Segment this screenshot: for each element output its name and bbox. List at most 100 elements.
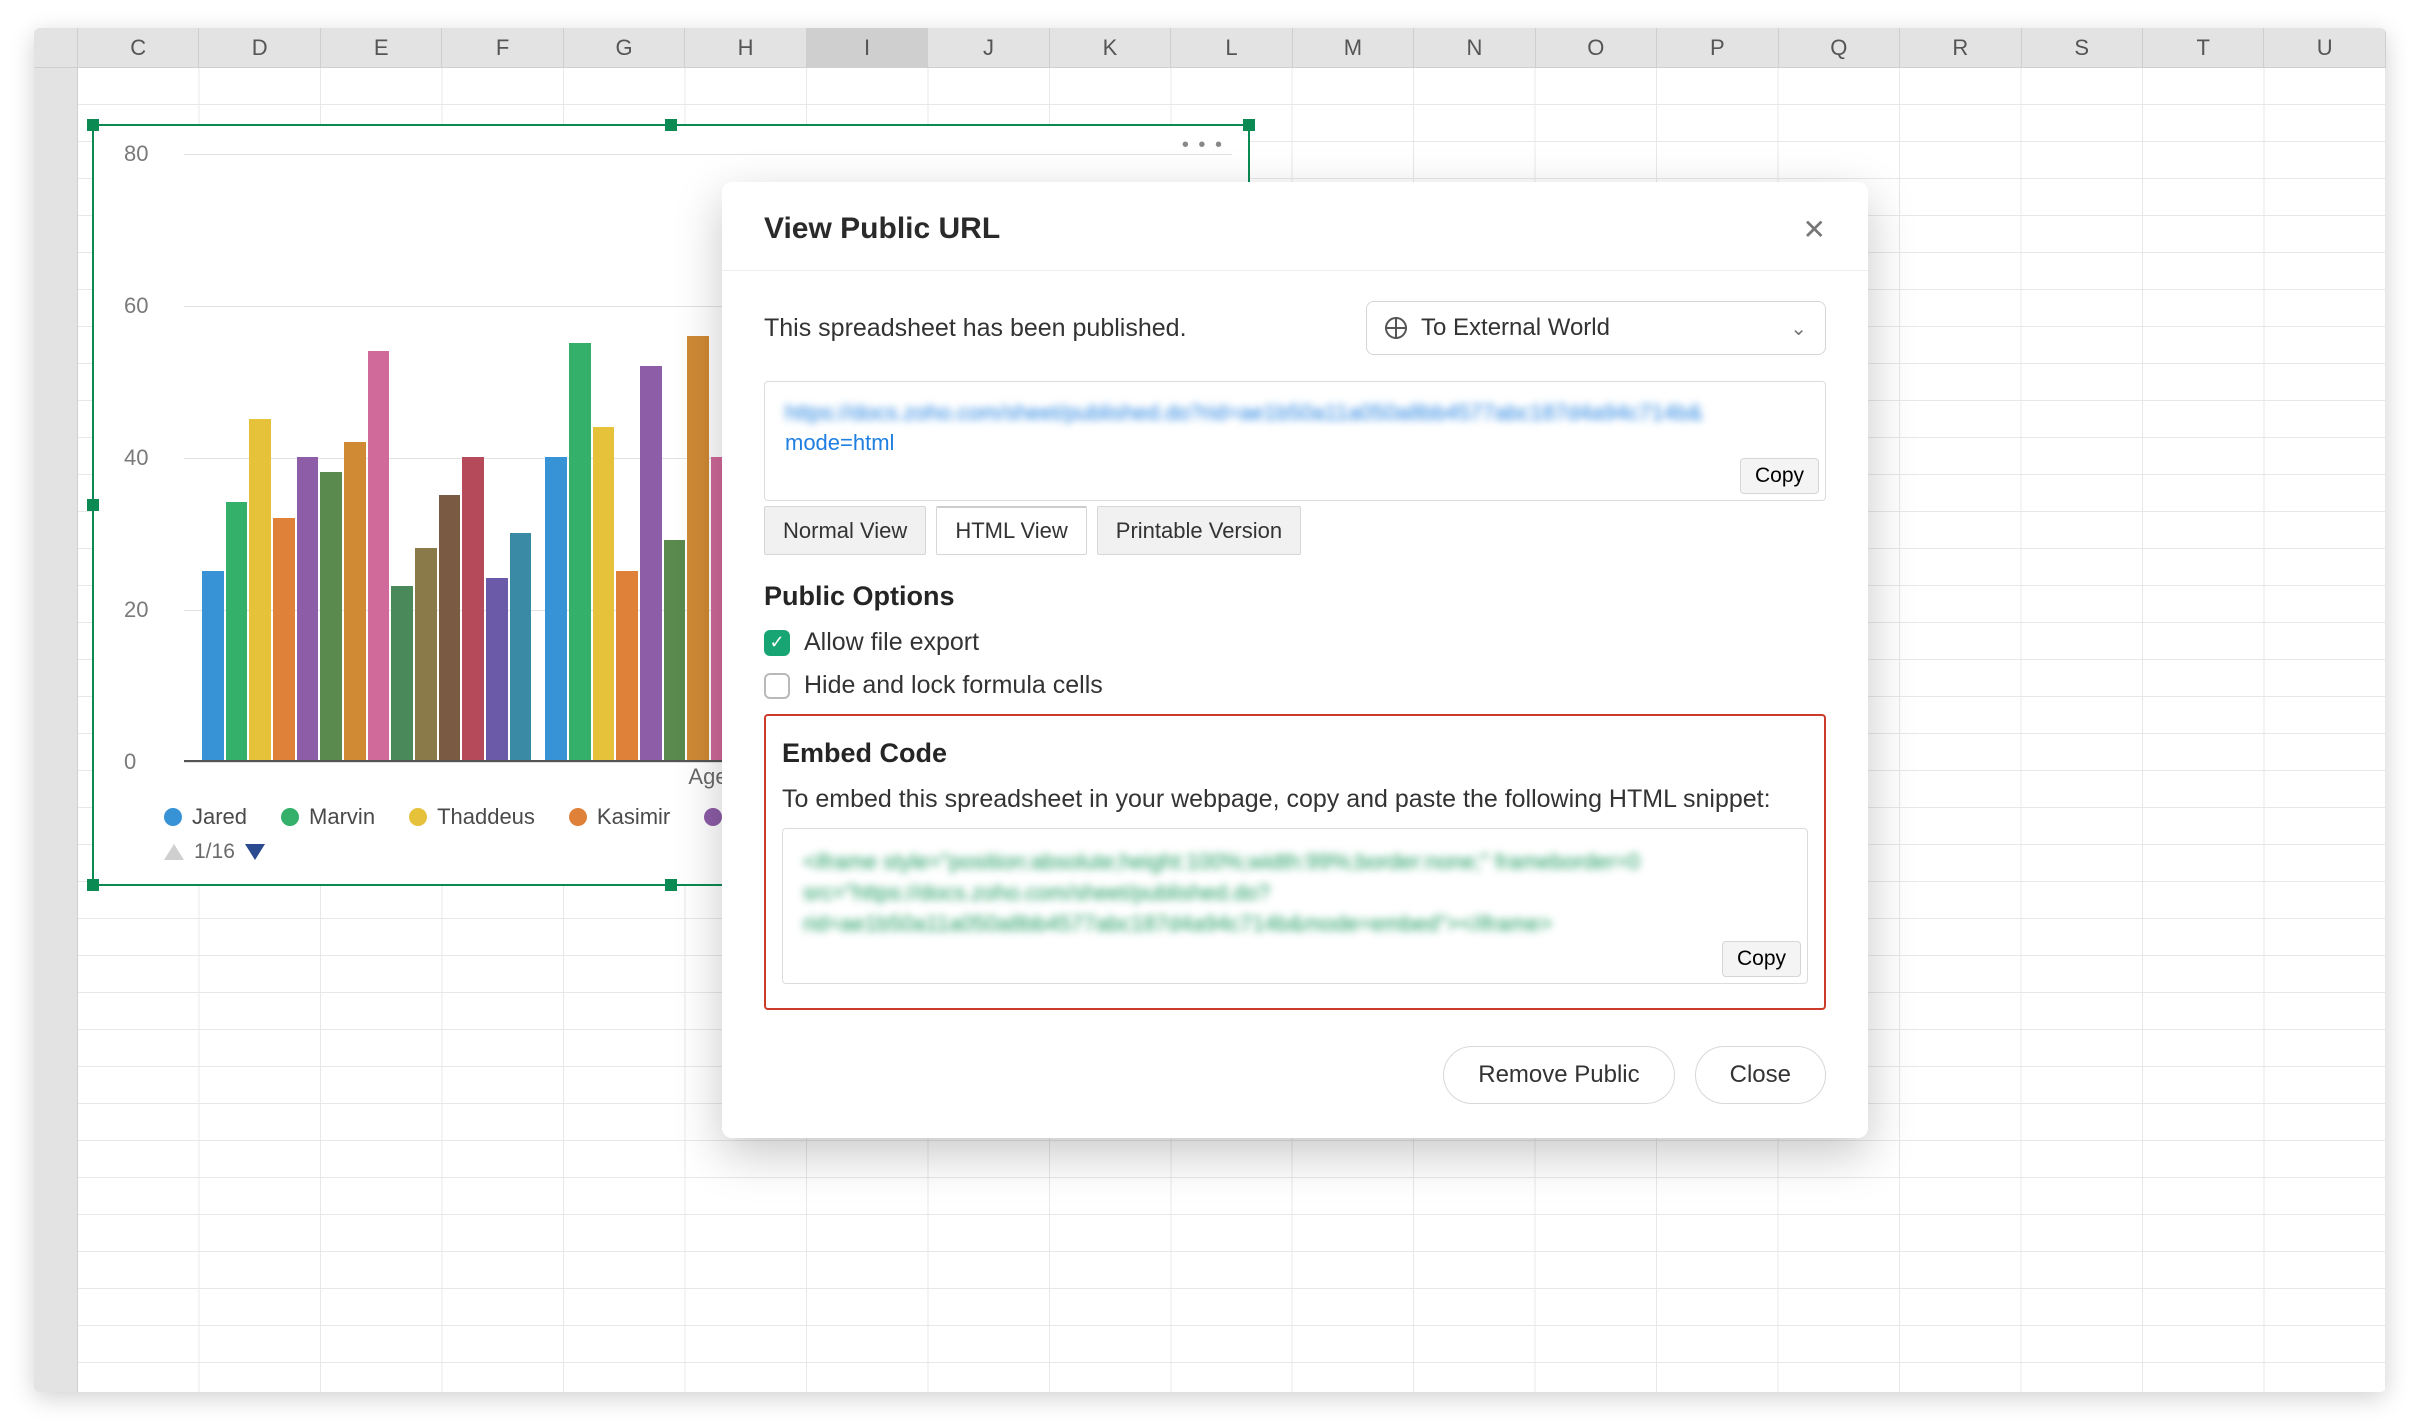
legend-item[interactable]: Kasimir bbox=[569, 804, 670, 830]
column-header-Q[interactable]: Q bbox=[1779, 28, 1900, 67]
remove-public-button[interactable]: Remove Public bbox=[1443, 1046, 1674, 1104]
resize-handle[interactable] bbox=[87, 119, 99, 131]
select-all-corner[interactable] bbox=[34, 28, 78, 67]
chart-bar bbox=[249, 419, 271, 760]
legend-swatch-icon bbox=[569, 808, 587, 826]
resize-handle[interactable] bbox=[665, 119, 677, 131]
public-url-mode[interactable]: mode=html bbox=[785, 430, 894, 455]
resize-handle[interactable] bbox=[87, 879, 99, 891]
embed-code-box: <iframe style="position:absolute;height:… bbox=[782, 828, 1808, 984]
globe-icon bbox=[1385, 317, 1407, 339]
chart-bar bbox=[344, 442, 366, 760]
chart-bar bbox=[439, 495, 461, 760]
public-url-blurred[interactable]: https://docs.zoho.com/sheet/published.do… bbox=[785, 400, 1805, 426]
tab-printable-version[interactable]: Printable Version bbox=[1097, 506, 1301, 555]
row-number-gutter[interactable] bbox=[34, 68, 78, 1392]
chart-bar bbox=[415, 548, 437, 760]
chart-bar bbox=[297, 457, 319, 760]
column-header-I[interactable]: I bbox=[807, 28, 928, 67]
chart-bar bbox=[545, 457, 567, 760]
publish-status-text: This spreadsheet has been published. bbox=[764, 314, 1187, 343]
public-options-heading: Public Options bbox=[764, 581, 1826, 612]
chart-bar bbox=[226, 502, 248, 760]
chart-bar bbox=[320, 472, 342, 760]
column-header-D[interactable]: D bbox=[199, 28, 320, 67]
close-icon[interactable]: ✕ bbox=[1803, 213, 1826, 246]
pager-prev-icon[interactable] bbox=[164, 844, 184, 860]
y-tick: 80 bbox=[124, 141, 148, 167]
resize-handle[interactable] bbox=[1243, 119, 1255, 131]
allow-file-export-option[interactable]: ✓ Allow file export bbox=[764, 628, 1826, 657]
column-header-L[interactable]: L bbox=[1171, 28, 1292, 67]
chart-bar bbox=[640, 366, 662, 760]
legend-label: Jared bbox=[192, 804, 247, 830]
chart-bar bbox=[569, 343, 591, 760]
chart-bar bbox=[273, 518, 295, 760]
legend-item[interactable]: Marvin bbox=[281, 804, 375, 830]
column-header-J[interactable]: J bbox=[928, 28, 1049, 67]
resize-handle[interactable] bbox=[665, 879, 677, 891]
column-header-F[interactable]: F bbox=[442, 28, 563, 67]
dialog-title: View Public URL bbox=[764, 212, 1000, 246]
chart-bar bbox=[687, 336, 709, 760]
checkbox-unchecked-icon[interactable] bbox=[764, 673, 790, 699]
chart-bar-group bbox=[202, 154, 545, 760]
legend-label: Kasimir bbox=[597, 804, 670, 830]
chart-bar bbox=[202, 571, 224, 760]
pager-next-icon[interactable] bbox=[245, 844, 265, 860]
legend-swatch-icon bbox=[281, 808, 299, 826]
column-header-R[interactable]: R bbox=[1900, 28, 2021, 67]
legend-item[interactable]: Jared bbox=[164, 804, 247, 830]
column-header-G[interactable]: G bbox=[564, 28, 685, 67]
column-header-S[interactable]: S bbox=[2022, 28, 2143, 67]
legend-swatch-icon bbox=[409, 808, 427, 826]
chart-bar bbox=[462, 457, 484, 760]
allow-file-export-label: Allow file export bbox=[804, 628, 979, 657]
chart-bar bbox=[368, 351, 390, 760]
y-tick: 60 bbox=[124, 293, 148, 319]
chart-bar bbox=[593, 427, 615, 760]
embed-code-section-highlight: Embed Code To embed this spreadsheet in … bbox=[764, 714, 1826, 1010]
close-button[interactable]: Close bbox=[1695, 1046, 1826, 1104]
chart-bar bbox=[486, 578, 508, 760]
column-header-M[interactable]: M bbox=[1293, 28, 1414, 67]
column-header-T[interactable]: T bbox=[2143, 28, 2264, 67]
chart-bar bbox=[391, 586, 413, 760]
copy-url-button[interactable]: Copy bbox=[1740, 458, 1819, 494]
copy-embed-button[interactable]: Copy bbox=[1722, 941, 1801, 977]
column-header-U[interactable]: U bbox=[2264, 28, 2385, 67]
publish-scope-select[interactable]: To External World ⌄ bbox=[1366, 301, 1826, 355]
column-header-P[interactable]: P bbox=[1657, 28, 1778, 67]
resize-handle[interactable] bbox=[87, 499, 99, 511]
chart-bar bbox=[616, 571, 638, 760]
legend-label: Thaddeus bbox=[437, 804, 535, 830]
hide-lock-formula-option[interactable]: Hide and lock formula cells bbox=[764, 671, 1826, 700]
y-tick: 40 bbox=[124, 445, 148, 471]
chart-y-axis: 020406080 bbox=[124, 154, 174, 762]
publish-scope-value: To External World bbox=[1421, 314, 1610, 342]
embed-code-heading: Embed Code bbox=[782, 738, 1808, 769]
chart-bar bbox=[664, 540, 686, 760]
view-mode-tabs: Normal View HTML View Printable Version bbox=[764, 506, 1826, 555]
public-url-box: https://docs.zoho.com/sheet/published.do… bbox=[764, 381, 1826, 501]
pager-text: 1/16 bbox=[194, 840, 235, 864]
y-tick: 0 bbox=[124, 749, 136, 775]
column-header-E[interactable]: E bbox=[321, 28, 442, 67]
column-header-H[interactable]: H bbox=[685, 28, 806, 67]
chart-bar bbox=[510, 533, 532, 760]
spreadsheet-window: CDEFGHIJKLMNOPQRSTU • • • 020406080 bbox=[34, 28, 2386, 1392]
column-header-row: CDEFGHIJKLMNOPQRSTU bbox=[34, 28, 2386, 68]
legend-swatch-icon bbox=[704, 808, 722, 826]
column-header-O[interactable]: O bbox=[1536, 28, 1657, 67]
tab-html-view[interactable]: HTML View bbox=[936, 506, 1086, 555]
tab-normal-view[interactable]: Normal View bbox=[764, 506, 926, 555]
column-header-K[interactable]: K bbox=[1050, 28, 1171, 67]
chevron-down-icon: ⌄ bbox=[1790, 316, 1807, 341]
column-header-N[interactable]: N bbox=[1414, 28, 1535, 67]
embed-code-blurred[interactable]: <iframe style="position:absolute;height:… bbox=[803, 847, 1787, 939]
view-public-url-dialog: View Public URL ✕ This spreadsheet has b… bbox=[722, 182, 1868, 1138]
checkbox-checked-icon[interactable]: ✓ bbox=[764, 630, 790, 656]
legend-label: Marvin bbox=[309, 804, 375, 830]
column-header-C[interactable]: C bbox=[78, 28, 199, 67]
legend-item[interactable]: Thaddeus bbox=[409, 804, 535, 830]
